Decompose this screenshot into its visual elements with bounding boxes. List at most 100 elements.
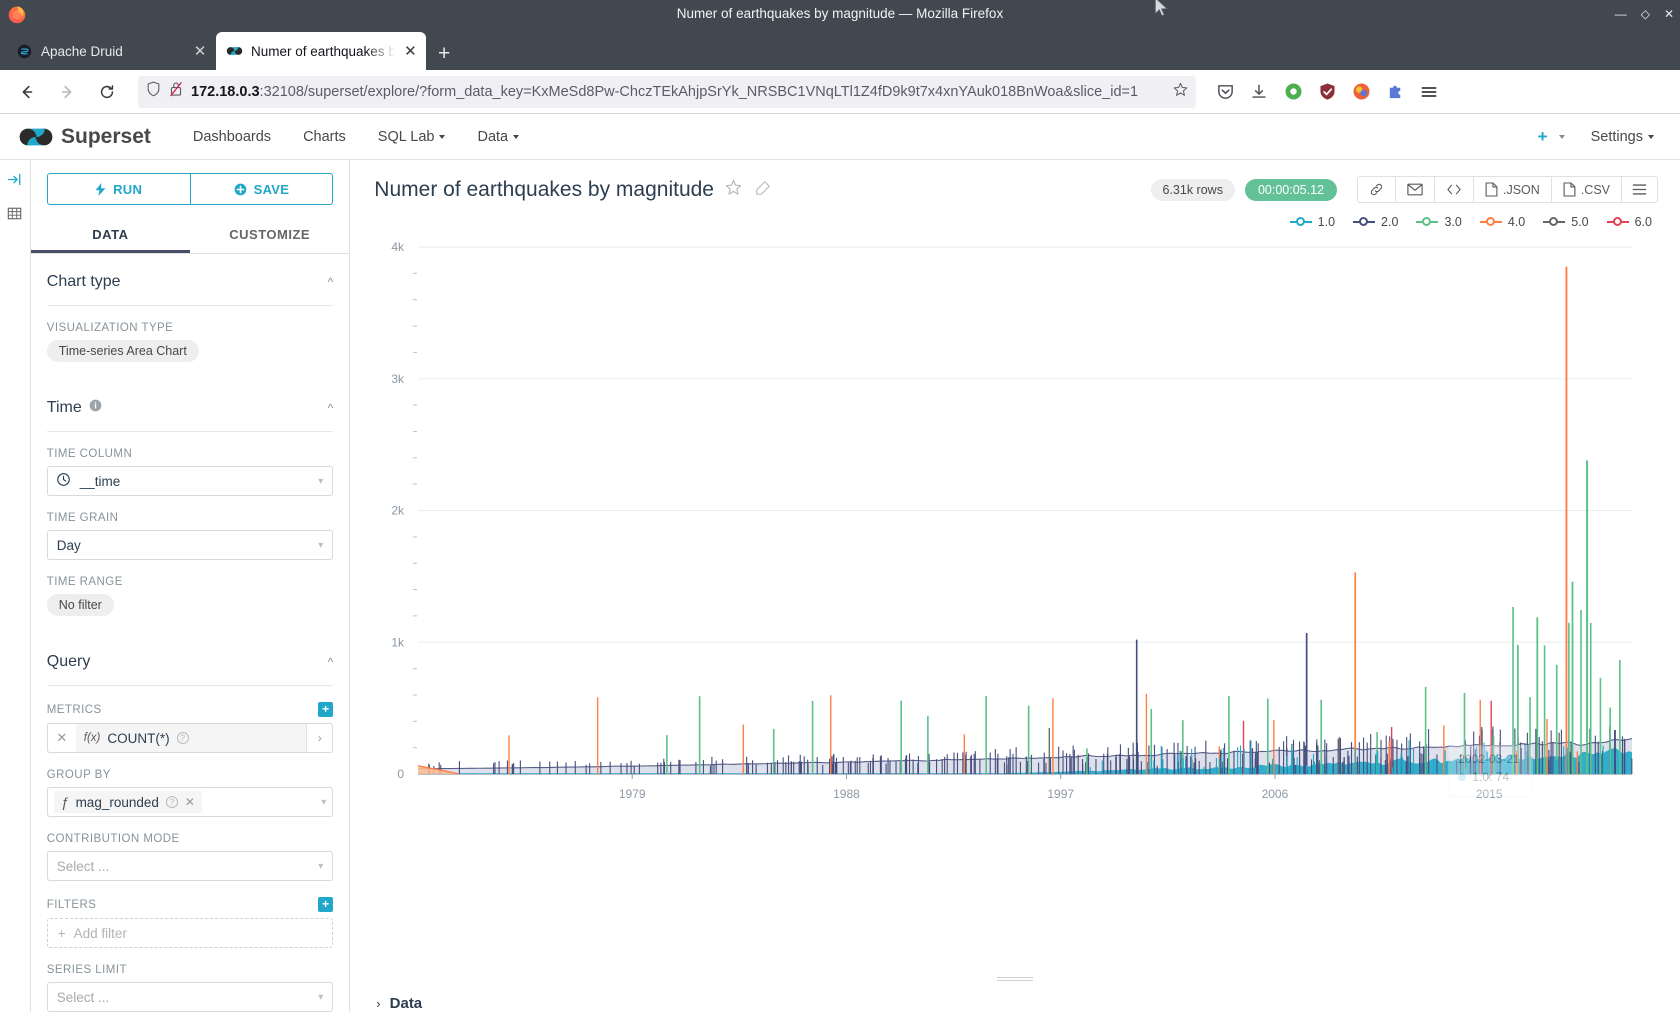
save-button[interactable]: SAVE [191,173,334,205]
chevron-up-icon[interactable]: ^ [328,275,334,289]
info-icon[interactable] [89,399,102,417]
email-icon[interactable] [1396,177,1435,202]
extension-ublock-icon[interactable] [1316,81,1338,103]
help-icon[interactable]: ? [177,732,189,744]
collapse-panel-icon[interactable] [7,172,22,190]
section-query[interactable]: Query ^ [47,634,334,686]
remove-metric-icon[interactable]: ✕ [48,730,76,746]
settings-menu[interactable]: Settings [1591,129,1654,145]
minimize-button[interactable]: — [1615,8,1627,20]
series-limit-select[interactable]: Select ... ▾ [47,982,334,1012]
data-section-label: Data [390,995,423,1012]
embed-code-icon[interactable] [1435,177,1474,202]
window-controls[interactable]: — ◇ ✕ [1615,0,1674,28]
add-metric-button[interactable]: + [318,702,333,717]
extension-puzzle-icon[interactable] [1384,81,1406,103]
resize-handle[interactable] [350,969,1680,983]
contribution-mode-select[interactable]: Select ... ▾ [47,851,334,881]
save-to-pocket-icon[interactable] [1214,81,1236,103]
back-button[interactable] [10,75,44,109]
downloads-icon[interactable] [1248,81,1270,103]
svg-text:3k: 3k [392,372,406,386]
time-grain-select[interactable]: Day ▾ [47,530,334,560]
nav-data[interactable]: Data [461,114,535,160]
section-time[interactable]: Time ^ [47,380,334,432]
extension-green-icon[interactable] [1282,81,1304,103]
nav-charts[interactable]: Charts [287,114,362,160]
data-section-toggle[interactable]: › Data [350,983,1680,1012]
chevron-up-icon[interactable]: ^ [328,401,334,415]
edit-pencil-icon[interactable] [755,180,771,200]
reload-button[interactable] [90,75,124,109]
label-group-by: GROUP BY [47,769,334,781]
close-window-button[interactable]: ✕ [1664,8,1674,20]
superset-main-menu: Dashboards Charts SQL Lab Data [177,114,535,160]
new-item-menu[interactable]: + [1538,127,1565,147]
csv-download-button[interactable]: .CSV [1552,177,1622,202]
copy-link-icon[interactable] [1358,177,1396,202]
new-tab-button[interactable]: + [438,43,450,64]
superset-nav-right: + Settings [1538,127,1662,147]
forward-button[interactable] [50,75,84,109]
chevron-down-icon[interactable]: ▾ [318,540,323,551]
chevron-down-icon[interactable]: ▾ [318,992,323,1003]
close-icon[interactable]: ✕ [192,42,208,60]
browser-tab-superset[interactable]: Numer of earthquakes by ✕ [216,32,426,70]
chevron-down-icon[interactable]: ▾ [321,797,326,808]
legend-item-5[interactable]: 5.0 [1543,215,1588,229]
add-filter-plus-button[interactable]: + [318,897,333,912]
chevron-up-icon[interactable]: ^ [328,655,334,669]
close-icon[interactable]: ✕ [403,42,418,60]
nav-dashboards[interactable]: Dashboards [177,114,287,160]
metric-chip[interactable]: ✕ f(x) COUNT(*) ? › [47,723,334,753]
legend-item-4[interactable]: 4.0 [1480,215,1525,229]
panel-tabs: DATA CUSTOMIZE [31,217,350,254]
url-path: :32108/superset/explore/?form_data_key=K… [260,84,1139,100]
legend-label: 3.0 [1444,215,1461,229]
svg-text:1k: 1k [392,635,406,649]
chevron-down-icon[interactable]: ▾ [318,861,323,872]
add-filter-dropzone[interactable]: + Add filter [47,918,334,948]
chart-toolbar: .JSON .CSV [1357,176,1658,203]
druid-icon [16,43,33,60]
chevron-down-icon[interactable]: ▾ [318,476,323,487]
status-badge: 00:00:05.12 [1245,179,1337,201]
label-time-range: TIME RANGE [47,576,334,588]
maximize-button[interactable]: ◇ [1641,8,1650,20]
legend-item-1[interactable]: 1.0 [1290,215,1335,229]
json-download-button[interactable]: .JSON [1474,177,1552,202]
superset-logo[interactable]: Superset [18,125,151,149]
legend-label: 4.0 [1508,215,1525,229]
section-chart-type[interactable]: Chart type ^ [47,254,334,306]
legend-label: 1.0 [1318,215,1335,229]
group-by-select[interactable]: ƒ mag_rounded ? ✕ ▾ [47,787,334,817]
url-host: 172.18.0.3 [191,84,260,100]
visualization-type-value[interactable]: Time-series Area Chart [47,340,199,362]
legend-item-3[interactable]: 3.0 [1416,215,1461,229]
browser-tab-druid[interactable]: Apache Druid ✕ [6,32,216,70]
bookmark-star-icon[interactable] [1173,82,1188,102]
time-range-value[interactable]: No filter [47,594,114,616]
group-by-chip[interactable]: ƒ mag_rounded ? ✕ [54,791,202,813]
run-button[interactable]: RUN [47,173,191,205]
tab-data[interactable]: DATA [31,217,190,253]
expand-metric-icon[interactable]: › [306,724,332,752]
time-column-select[interactable]: __time ▾ [47,466,334,496]
tab-customize[interactable]: CUSTOMIZE [190,217,349,253]
nav-sql-lab[interactable]: SQL Lab [362,114,462,160]
more-menu-icon[interactable] [1622,177,1657,202]
chevron-right-icon: › [376,996,380,1011]
star-icon[interactable] [725,179,742,200]
svg-text:2006: 2006 [1262,787,1289,801]
extension-colorful-icon[interactable] [1350,81,1372,103]
url-bar[interactable]: 172.18.0.3:32108/superset/explore/?form_… [138,76,1196,108]
legend-item-6[interactable]: 6.0 [1607,215,1652,229]
remove-group-by-icon[interactable]: ✕ [185,795,195,809]
app-menu-icon[interactable] [1418,81,1440,103]
page-title: Numer of earthquakes by magnitude [374,178,714,202]
legend-marker-icon [1543,216,1565,228]
chart-plot-area[interactable]: 01k2k3k4k19791988199720062015 2002-03-21… [350,229,1680,969]
legend-item-2[interactable]: 2.0 [1353,215,1398,229]
help-icon[interactable]: ? [166,796,178,808]
dataset-table-icon[interactable] [7,206,22,224]
